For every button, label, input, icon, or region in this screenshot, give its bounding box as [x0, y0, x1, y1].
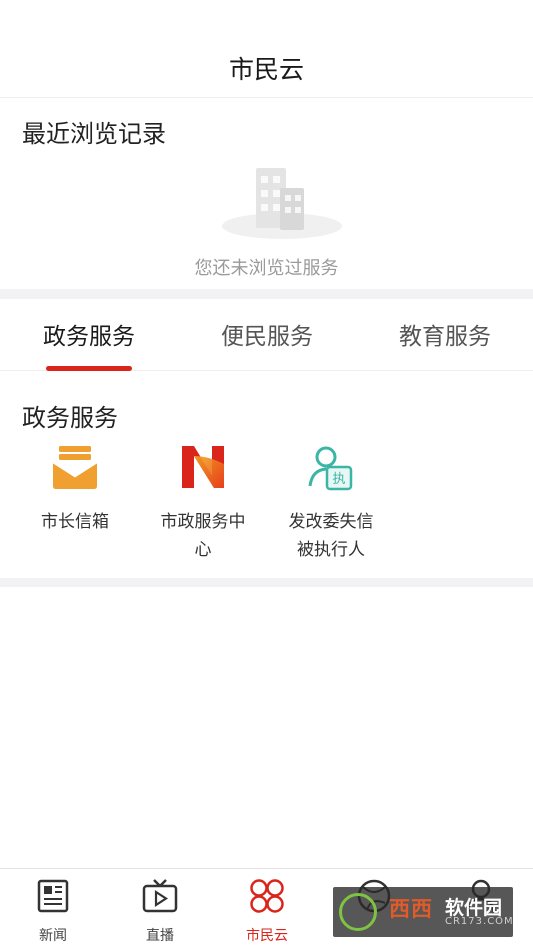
tabbar-label: 直播: [146, 928, 174, 944]
watermark-logo-icon: [339, 893, 377, 931]
service-dishonest-debtors[interactable]: 执 发改委失信被执行人: [281, 442, 381, 564]
category-tabs: 政务服务 便民服务 教育服务: [0, 299, 533, 371]
envelope-icon: [52, 446, 98, 489]
services-section: 政务服务 市长信箱 市政服务中心 执 发改委失信被执行人: [0, 372, 533, 578]
person-badge-icon: 执: [308, 446, 353, 491]
section-divider: [0, 578, 533, 587]
tv-play-icon: [142, 879, 178, 913]
watermark-brand: 西西: [389, 897, 433, 921]
tabbar-news[interactable]: 新闻: [3, 877, 103, 945]
clover-icon: [250, 879, 284, 913]
tabbar-citizen-cloud[interactable]: 市民云: [217, 877, 317, 945]
page-title: 市民云: [228, 55, 304, 84]
recent-title: 最近浏览记录: [22, 120, 166, 148]
empty-buildings-illustration: [222, 168, 342, 239]
tabbar-live[interactable]: 直播: [110, 877, 210, 945]
service-label: 市长信箱: [41, 512, 109, 532]
empty-state-text: 您还未浏览过服务: [194, 258, 339, 279]
service-label: 市政服务中心: [160, 512, 246, 560]
tabbar-label: 市民云: [246, 928, 288, 944]
tab-citizen-services[interactable]: 便民服务: [197, 317, 337, 351]
tab-education-services[interactable]: 教育服务: [375, 317, 515, 351]
watermark-url: CR173.COM: [445, 916, 514, 927]
service-municipal-center[interactable]: 市政服务中心: [153, 442, 253, 564]
svg-text:执: 执: [332, 472, 345, 487]
section-divider: [0, 289, 533, 299]
watermark-overlay: 西西 软件园 CR173.COM: [333, 887, 513, 937]
newspaper-icon: [37, 879, 69, 913]
services-title: 政务服务: [22, 404, 118, 432]
tab-government-services[interactable]: 政务服务: [19, 317, 159, 351]
tabbar-label: 新闻: [39, 928, 67, 944]
top-header: 市民云: [0, 0, 533, 98]
active-tab-indicator: [46, 366, 132, 371]
service-label: 发改委失信被执行人: [288, 512, 374, 560]
m-logo-icon: [182, 446, 224, 488]
service-mayor-mailbox[interactable]: 市长信箱: [25, 442, 125, 536]
